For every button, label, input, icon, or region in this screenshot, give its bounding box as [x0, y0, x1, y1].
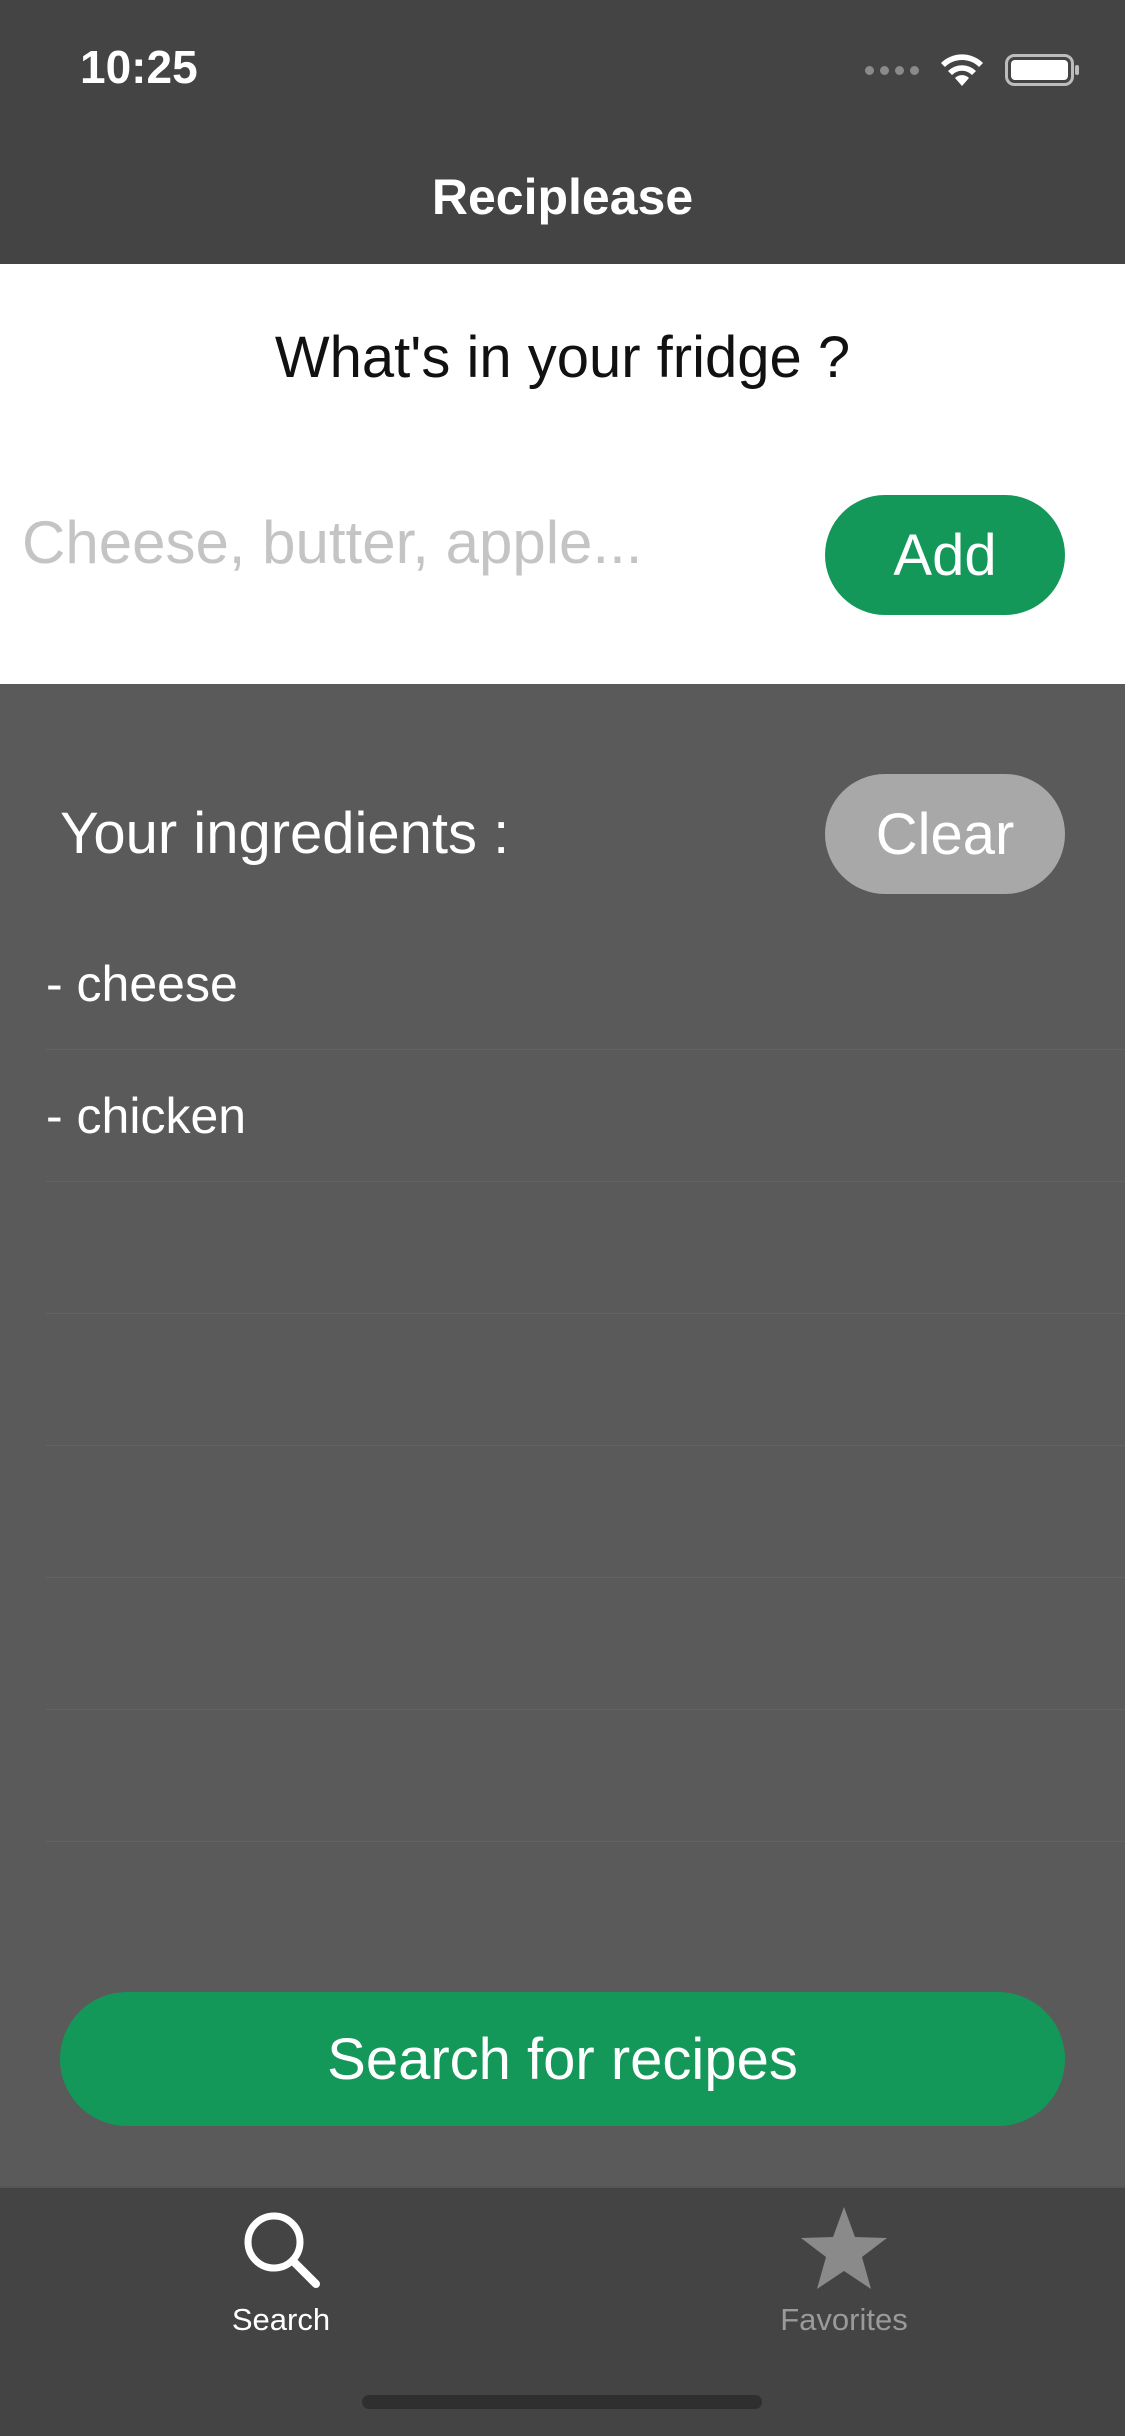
- list-item: - chicken: [46, 1050, 1125, 1182]
- tab-favorites-label: Favorites: [780, 2302, 908, 2337]
- fridge-question-heading: What's in your fridge ?: [274, 325, 851, 390]
- clear-ingredients-button[interactable]: Clear: [825, 774, 1065, 894]
- tab-favorites[interactable]: Favorites: [694, 2204, 994, 2344]
- cellular-signal-icon: [865, 65, 919, 75]
- search-recipes-button[interactable]: Search for recipes: [60, 1992, 1065, 2126]
- star-icon: [801, 2207, 887, 2289]
- status-icons: [865, 50, 1081, 90]
- app-screen: 10:25 Reciplease What's in your fridge ?…: [0, 0, 1125, 2436]
- home-indicator[interactable]: [362, 2395, 762, 2409]
- battery-icon: [1005, 54, 1079, 86]
- status-time: 10:25: [80, 41, 198, 93]
- ingredient-entry-panel: What's in your fridge ? Add: [0, 264, 1125, 684]
- add-ingredient-button[interactable]: Add: [825, 495, 1065, 615]
- ingredient-label: - chicken: [46, 1087, 247, 1144]
- ingredient-label: - cheese: [46, 955, 238, 1012]
- navigation-bar: 10:25 Reciplease: [0, 0, 1125, 264]
- search-icon: [244, 2212, 320, 2288]
- list-item: - cheese: [46, 918, 1125, 1050]
- page-title: Reciplease: [431, 169, 694, 225]
- list-item: [46, 1182, 1125, 1314]
- tab-search[interactable]: Search: [131, 2204, 431, 2344]
- tab-search-label: Search: [231, 2302, 331, 2337]
- wifi-icon: [941, 54, 983, 86]
- list-item: [46, 1446, 1125, 1578]
- list-item: [46, 1578, 1125, 1710]
- ingredient-list: - cheese - chicken: [46, 918, 1125, 1842]
- list-item: [46, 1710, 1125, 1842]
- list-item: [46, 1314, 1125, 1446]
- ingredients-heading: Your ingredients :: [60, 801, 510, 866]
- ingredient-input[interactable]: [22, 492, 782, 592]
